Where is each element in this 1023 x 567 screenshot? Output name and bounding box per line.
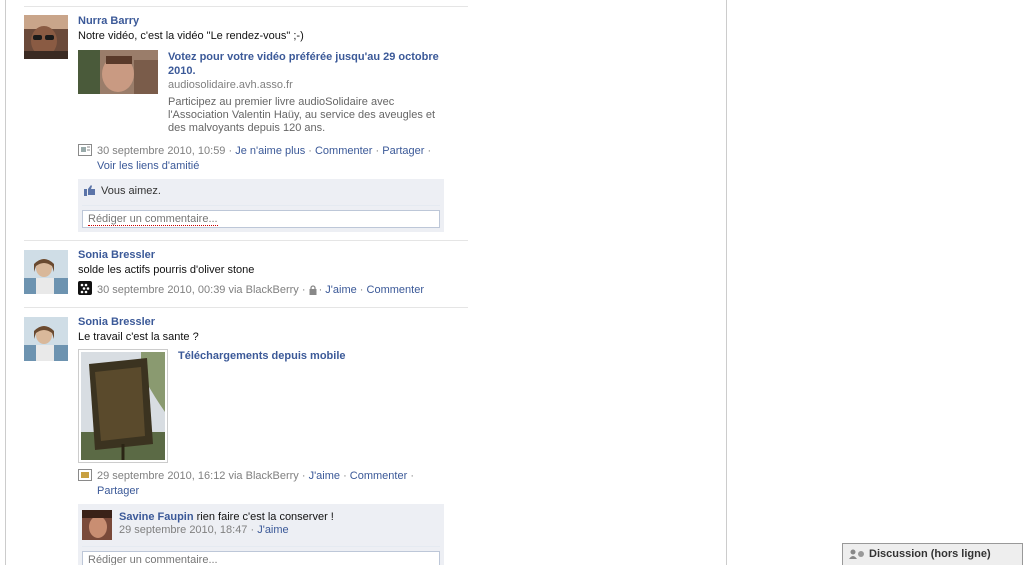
story-message: solde les actifs pourris d'oliver stone xyxy=(78,264,255,276)
album-title[interactable]: Téléchargements depuis mobile xyxy=(178,349,346,363)
feed-story: Nurra Barry Notre vidéo, c'est la vidéo … xyxy=(24,14,468,234)
blackberry-icon xyxy=(78,281,92,299)
attachment-title[interactable]: Votez pour votre vidéo préférée jusqu'au… xyxy=(168,50,448,78)
photo-icon xyxy=(78,469,92,485)
story-actor-name[interactable]: Sonia Bressler xyxy=(78,315,468,329)
chat-status-icon xyxy=(849,546,865,567)
story-timestamp[interactable]: 30 septembre 2010, 00:39 via BlackBerry xyxy=(97,284,299,296)
comment-link[interactable]: Commenter xyxy=(367,284,424,296)
comment-avatar[interactable] xyxy=(82,510,112,540)
feedback-box: Savine Faupin rien faire c'est la conser… xyxy=(78,504,444,565)
lock-icon xyxy=(309,285,317,299)
attachment-description: Participez au premier livre audioSolidai… xyxy=(168,96,436,134)
avatar[interactable] xyxy=(24,250,68,294)
shared-link-icon xyxy=(78,144,92,160)
story-divider xyxy=(24,307,468,308)
photo-attachment: Téléchargements depuis mobile xyxy=(78,349,468,467)
shared-link-attachment: Votez pour votre vidéo préférée jusqu'au… xyxy=(78,50,468,142)
story-timestamp[interactable]: 29 septembre 2010, 16:12 via BlackBerry xyxy=(97,470,299,482)
like-link[interactable]: J'aime xyxy=(309,470,340,482)
feed-story: Sonia Bressler solde les actifs pourris … xyxy=(24,248,468,300)
comment-author[interactable]: Savine Faupin xyxy=(119,511,194,523)
story-footer: 30 septembre 2010, 10:59 · Je n'aime plu… xyxy=(78,144,468,173)
story-actor-name[interactable]: Sonia Bressler xyxy=(78,248,468,262)
unlike-link[interactable]: Je n'aime plus xyxy=(235,145,305,157)
comment-link[interactable]: Commenter xyxy=(315,145,372,157)
comment-item: Savine Faupin rien faire c'est la conser… xyxy=(82,508,440,542)
photo-thumbnail[interactable] xyxy=(78,349,168,463)
comment-text: rien faire c'est la conserver ! xyxy=(196,511,334,523)
story-divider xyxy=(24,240,468,241)
likes-text: Vous aimez. xyxy=(101,185,161,197)
feed-top-divider xyxy=(24,6,468,7)
feed-story: Sonia Bressler Le travail c'est la sante… xyxy=(24,315,468,565)
avatar[interactable] xyxy=(24,317,68,361)
comment-like-link[interactable]: J'aime xyxy=(257,524,288,536)
story-timestamp[interactable]: 30 septembre 2010, 10:59 xyxy=(97,145,225,157)
content-right-border xyxy=(726,0,727,565)
see-friendship-link[interactable]: Voir les liens d'amitié xyxy=(97,160,199,172)
attachment-caption: audiosolidaire.avh.asso.fr xyxy=(168,79,293,91)
feedback-box: Vous aimez. Rédiger un commentaire... xyxy=(78,179,444,232)
story-message: Le travail c'est la sante ? xyxy=(78,331,199,343)
share-link[interactable]: Partager xyxy=(97,485,139,497)
comment-input[interactable]: Rédiger un commentaire... xyxy=(82,551,440,565)
comment-timestamp[interactable]: 29 septembre 2010, 18:47 xyxy=(119,524,247,536)
thumbs-up-icon xyxy=(84,185,96,200)
comment-link[interactable]: Commenter xyxy=(350,470,407,482)
attachment-thumbnail[interactable] xyxy=(78,50,158,94)
like-link[interactable]: J'aime xyxy=(325,284,356,296)
chat-bar[interactable]: Discussion (hors ligne) xyxy=(842,543,1023,565)
story-actor-name[interactable]: Nurra Barry xyxy=(78,14,468,28)
content-left-border xyxy=(5,0,6,565)
comment-input[interactable]: Rédiger un commentaire... xyxy=(82,210,440,228)
story-footer: 30 septembre 2010, 00:39 via BlackBerry … xyxy=(78,281,468,299)
chat-label: Discussion (hors ligne) xyxy=(869,548,991,560)
avatar[interactable] xyxy=(24,15,68,59)
likes-sentence: Vous aimez. xyxy=(82,184,440,200)
story-footer: 29 septembre 2010, 16:12 via BlackBerry … xyxy=(78,469,468,498)
story-message: Notre vidéo, c'est la vidéo "Le rendez-v… xyxy=(78,30,304,42)
share-link[interactable]: Partager xyxy=(382,145,424,157)
